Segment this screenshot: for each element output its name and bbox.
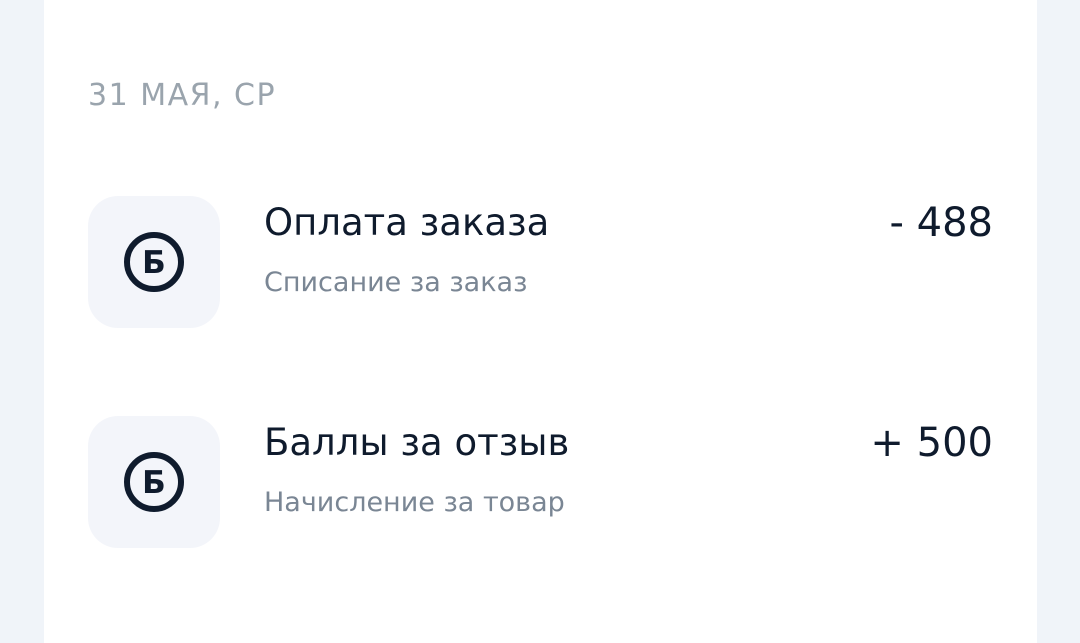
transaction-icon-tile: Б — [88, 416, 220, 548]
transaction-amount: - 488 — [889, 200, 994, 246]
transaction-title: Баллы за отзыв — [264, 421, 570, 464]
transaction-item[interactable]: Б Оплата заказа Списание за заказ - 488 — [88, 196, 993, 328]
transaction-amount: + 500 — [870, 420, 993, 466]
transaction-item[interactable]: Б Баллы за отзыв Начисление за товар + 5… — [88, 416, 993, 548]
bonus-coin-icon: Б — [124, 452, 184, 512]
transactions-card: 31 МАЯ, СР Б Оплата заказа Списание за з… — [44, 0, 1037, 643]
transaction-subtitle: Списание за заказ — [264, 267, 528, 298]
date-header: 31 МАЯ, СР — [88, 78, 277, 113]
bonus-coin-icon: Б — [124, 232, 184, 292]
svg-text:Б: Б — [142, 465, 166, 501]
transaction-icon-tile: Б — [88, 196, 220, 328]
transaction-subtitle: Начисление за товар — [264, 487, 565, 518]
svg-text:Б: Б — [142, 245, 166, 281]
transaction-title: Оплата заказа — [264, 201, 550, 244]
